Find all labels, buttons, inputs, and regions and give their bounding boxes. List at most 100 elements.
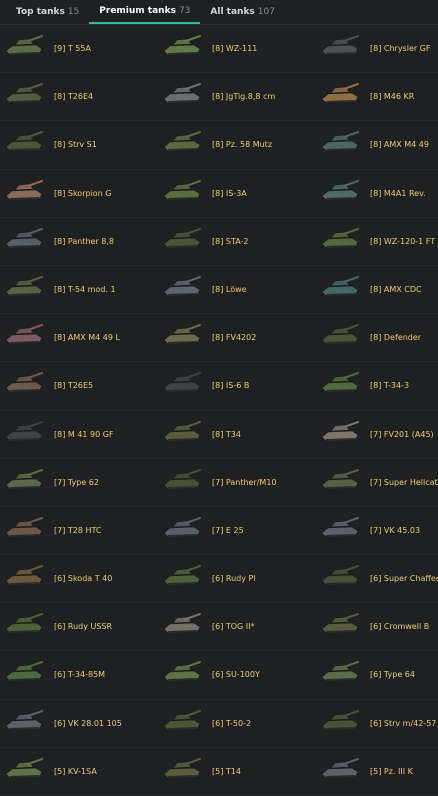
tank-icon [321,613,359,634]
tank-item[interactable]: [6] T-34-85M [0,651,158,700]
tank-item[interactable]: [6] Super Chaffee [316,555,438,604]
tab-count: 15 [67,7,80,17]
tank-icon [321,35,359,56]
tank-name: [8] Chrysler GF [370,44,431,53]
tank-item[interactable]: [8] M 41 90 GF [0,411,158,459]
tank-item[interactable]: [8] AMX M4 49 L [0,314,158,363]
tank-name: [6] Cromwell B [370,622,430,632]
tank-item[interactable]: [6] VK 28.01 105 [0,700,158,748]
tab-label: All tanks [210,7,255,17]
tank-item[interactable]: [5] KV-1SA [0,748,158,796]
tank-item[interactable]: [9] T 55A [0,25,158,74]
tank-name: [5] Pz. III K [370,766,413,776]
tank-item[interactable]: [7] Panther/M10 [158,459,316,507]
tank-item[interactable]: [8] Strv S1 [0,121,158,170]
tank-icon [321,83,359,104]
tank-icon [321,709,359,730]
tank-item[interactable]: [8] M4A1 Rev. [316,170,438,218]
tank-item[interactable]: [7] Super Hellcat [316,459,438,507]
tank-item[interactable]: [8] FV4202 [158,314,316,363]
tank-name: [6] Strv m/42-57 [370,718,437,728]
tank-name: [8] T34 [212,429,241,439]
tank-name: [8] Pz. 58 Mutz [212,140,273,150]
tab-premium-tanks[interactable]: Premium tanks 73 [89,0,201,24]
tank-icon [5,468,43,489]
tank-item[interactable]: [8] T-54 mod. 1 [0,266,158,315]
tank-name: [8] Löwe [212,284,247,294]
tank-name: [8] M 41 90 GF [54,429,114,439]
tank-name: [6] TOG II* [212,622,255,632]
tank-name: [8] AMX M4 49 [370,140,429,150]
tank-icon [163,420,201,441]
tank-item[interactable]: [6] Rudy Pl [158,555,316,604]
tank-icon [163,709,201,730]
tank-item[interactable]: [8] T26E4 [0,73,158,122]
tank-icon [5,83,43,104]
tank-icon [163,35,201,56]
tank-item[interactable]: [6] Type 64 [316,651,438,700]
tank-icon [321,227,359,249]
tank-item[interactable]: [8] Skorpion G [0,170,158,218]
tank-name: [7] Type 62 [54,477,99,487]
tank-item[interactable]: [8] IS-6 B [158,362,316,411]
tank-name: [8] Strv S1 [54,140,97,150]
tank-icon [163,83,201,104]
tank-item[interactable]: [7] T28 HTC [0,507,158,556]
tank-icon [163,131,201,152]
tank-icon [163,468,201,489]
tank-item[interactable]: [8] Chrysler GF [316,25,438,74]
tank-item[interactable]: [8] AMX M4 49 [316,121,438,170]
tank-item[interactable]: [8] WZ-111 [158,25,316,74]
tank-name: [8] T-34-3 [370,381,410,391]
tank-icon [321,372,359,393]
tank-icon [163,227,201,249]
tank-item[interactable]: [8] T-34-3 [316,362,438,411]
tab-all-tanks[interactable]: All tanks 107 [200,0,285,24]
tank-item[interactable]: [6] Rudy USSR [0,603,158,652]
tank-name: [7] FV201 (A45) [370,429,434,439]
tab-label: Top tanks [16,7,65,17]
tank-icon [5,131,43,152]
tank-icon [5,179,43,200]
tank-item[interactable]: [7] VK 45.03 [316,507,438,556]
tank-item[interactable]: [8] AMX CDC [316,266,438,315]
tank-item[interactable]: [6] T-50-2 [158,700,316,748]
tank-item[interactable]: [8] JgTig.8,8 cm [158,73,316,122]
tank-item[interactable]: [6] Strv m/42-57 [316,700,438,748]
tank-item[interactable]: [8] WZ-120-1 FT [316,218,438,266]
tank-item[interactable]: [8] STA-2 [158,218,316,266]
tank-item[interactable]: [7] FV201 (A45) [316,411,438,459]
tank-item[interactable]: [6] Skoda T 40 [0,555,158,604]
tank-item[interactable]: [8] T34 [158,411,316,459]
tank-icon [321,661,359,682]
tank-item[interactable]: [8] Löwe [158,266,316,315]
tank-name: [7] T28 HTC [54,525,102,535]
tank-item[interactable]: [8] M46 KR [316,73,438,122]
tab-count: 107 [257,7,275,17]
tank-item[interactable]: [8] T26E5 [0,362,158,411]
tank-item[interactable]: [8] Pz. 58 Mutz [158,121,316,170]
tank-icon [5,35,43,56]
tank-item[interactable]: [5] T14 [158,748,316,796]
tank-item[interactable]: [7] E 25 [158,507,316,556]
tank-name: [8] Defender [370,333,422,343]
tank-name: [8] AMX CDC [370,284,422,294]
tank-item[interactable]: [7] Type 62 [0,459,158,507]
tank-name: [6] Super Chaffee [370,574,438,584]
tank-name: [5] T14 [212,766,241,776]
tank-item[interactable]: [8] IS-3A [158,170,316,218]
tank-item[interactable]: [8] Panther 8,8 [0,218,158,266]
tank-icon [321,757,359,779]
tank-name: [8] T-54 mod. 1 [54,284,116,294]
tank-item[interactable]: [6] SU-100Y [158,651,316,700]
tab-label: Premium tanks [99,6,176,16]
tab-top-tanks[interactable]: Top tanks 15 [6,0,89,24]
tank-item[interactable]: [6] Cromwell B [316,603,438,652]
tank-name: [9] T 55A [54,44,91,53]
tank-icon [5,661,43,682]
tank-icon [5,613,43,634]
tank-item[interactable]: [6] TOG II* [158,603,316,652]
tank-item[interactable]: [8] Defender [316,314,438,363]
tank-item[interactable]: [5] Pz. III K [316,748,438,796]
tank-icon [321,179,359,200]
